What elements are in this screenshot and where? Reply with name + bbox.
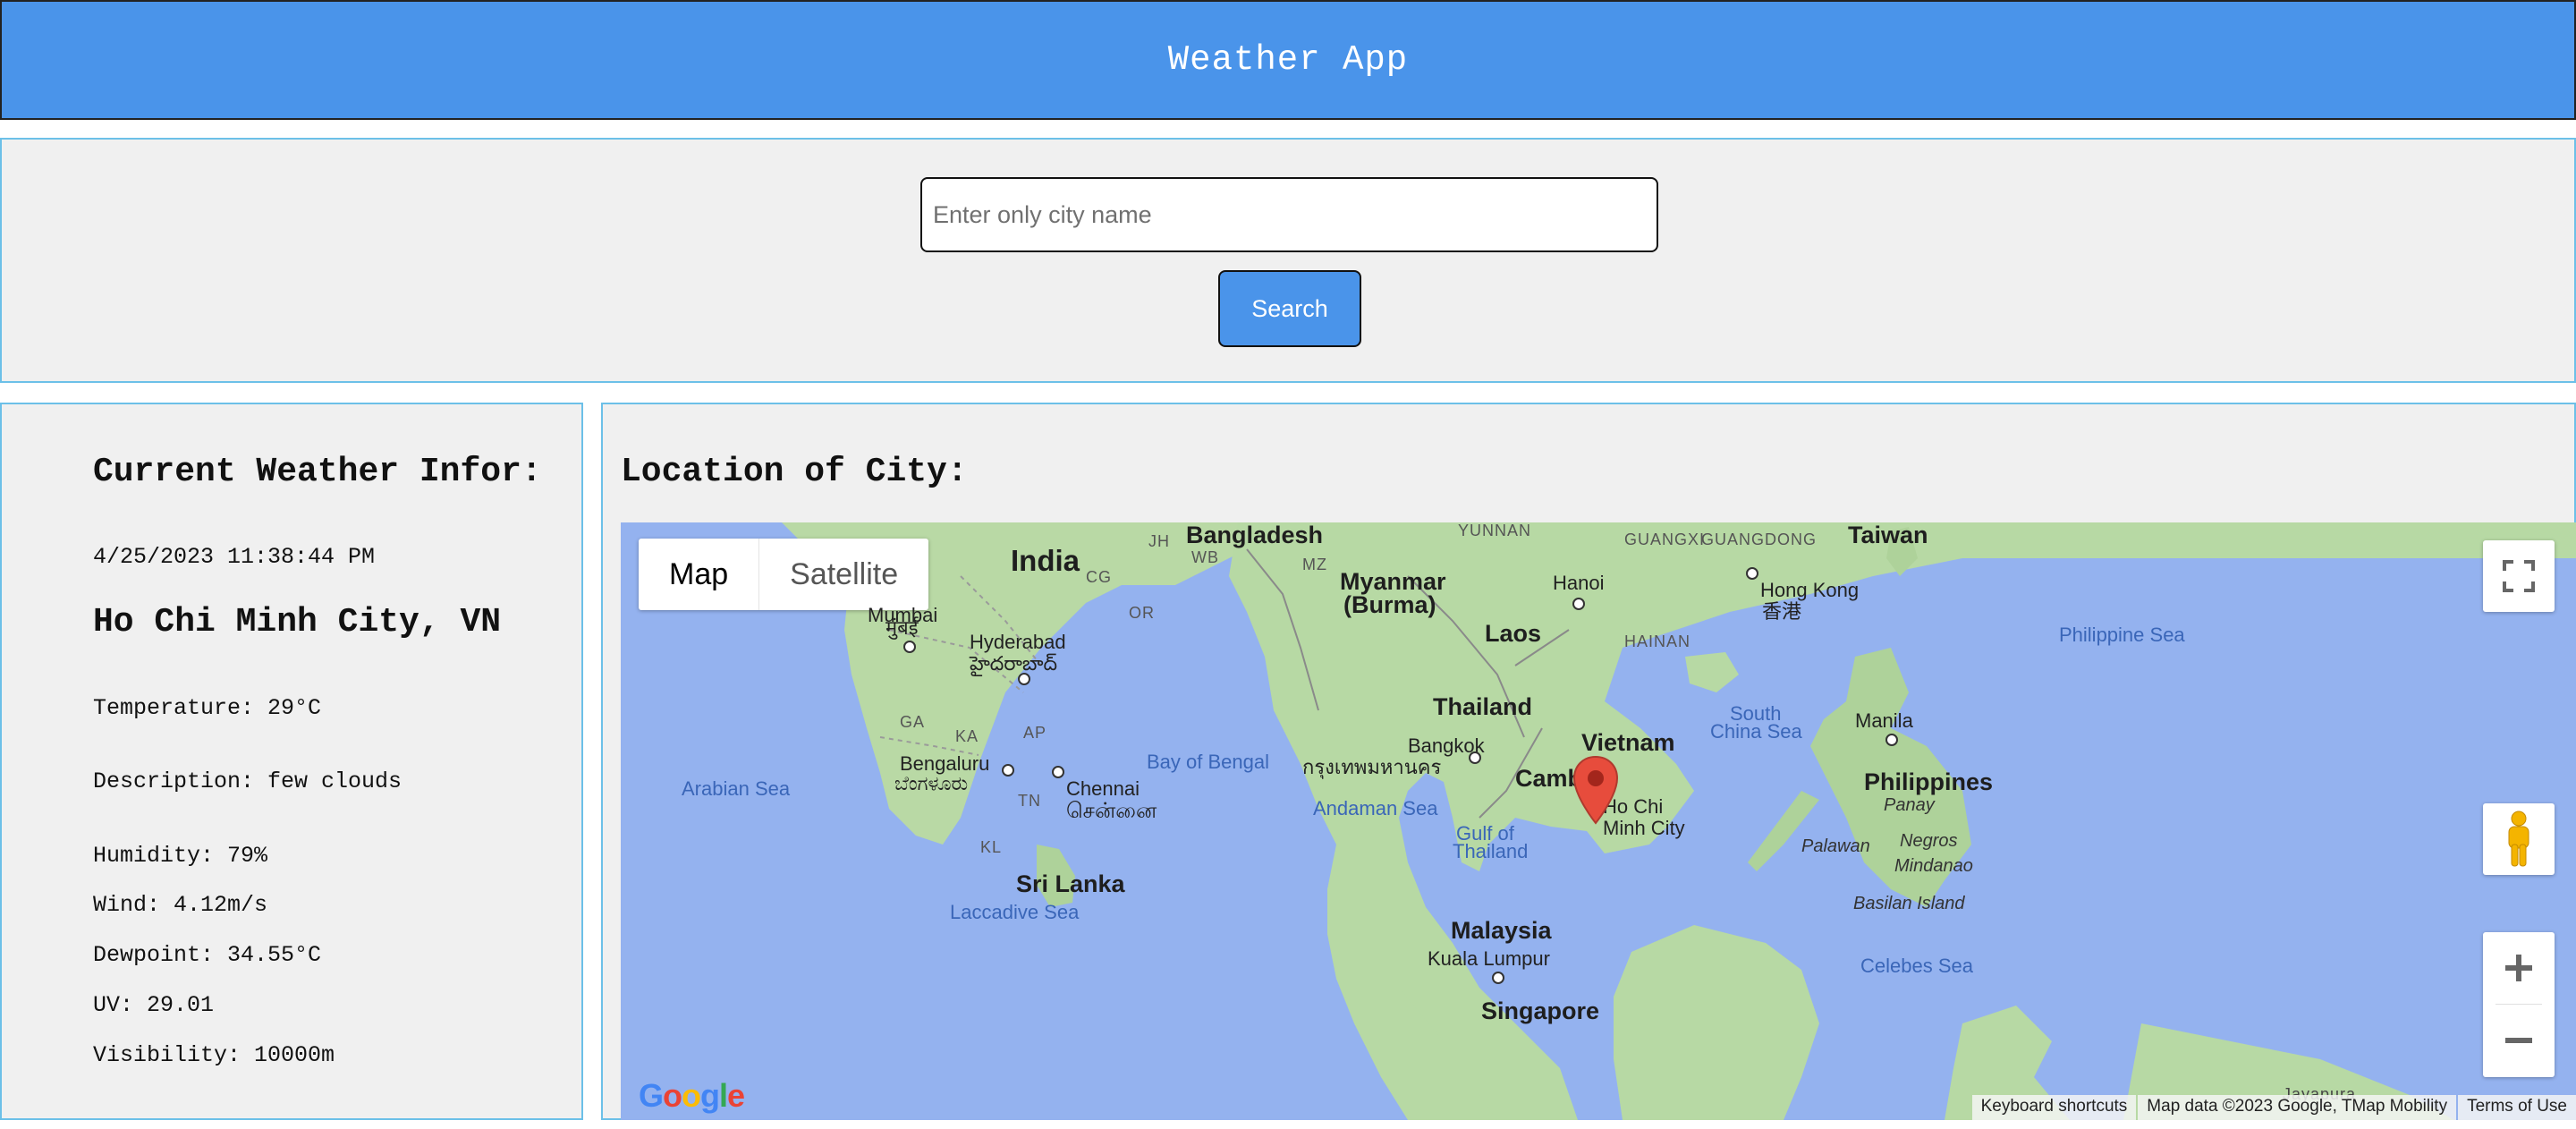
map-label-hainan: HAINAN (1624, 632, 1691, 650)
map-label-basilan: Basilan Island (1853, 894, 1965, 913)
map-label-philippines: Philippines (1864, 768, 1994, 795)
current-weather-panel: Current Weather Infor: 4/25/2023 11:38:4… (0, 403, 583, 1120)
map-label-mindanao: Mindanao (1894, 856, 1973, 876)
map-label-panay: Panay (1884, 795, 1935, 815)
app-title: Weather App (1167, 40, 1409, 80)
map-label-andaman-sea: Andaman Sea (1313, 797, 1438, 819)
map-dot-bengaluru (1002, 764, 1014, 777)
map-label-burma: (Burma) (1343, 591, 1436, 618)
weather-heading: Current Weather Infor: (93, 453, 542, 491)
weather-description: Description: few clouds (93, 768, 402, 794)
map-label-bengaluru-local: ಬೆಂಗಳೂರು (894, 772, 969, 794)
location-marker-icon[interactable] (1572, 755, 1619, 827)
map-dot-manila (1885, 734, 1898, 746)
map-label-laos: Laos (1485, 620, 1542, 647)
map-dot-chennai (1052, 766, 1064, 778)
map-label-bangkok-local: กรุงเทพมหานคร (1302, 756, 1442, 778)
map-attribution-bar: Keyboard shortcuts Map data ©2023 Google… (1970, 1095, 2576, 1120)
weather-humidity: Humidity: 79% (93, 843, 268, 869)
weather-wind: Wind: 4.12m/s (93, 892, 268, 918)
map-label-ga: GA (900, 713, 926, 731)
map-label-tn: TN (1018, 792, 1041, 810)
map-type-satellite-button[interactable]: Satellite (759, 539, 928, 610)
map-dot-hanoi (1572, 598, 1585, 610)
map-dot-kuala-lumpur (1492, 972, 1504, 984)
map-label-celebes-sea: Celebes Sea (1860, 955, 1973, 977)
map-label-manila: Manila (1855, 709, 1913, 732)
weather-visibility: Visibility: 10000m (93, 1042, 335, 1068)
city-location-panel: Location of City: Map Satellite Banglade… (601, 403, 2576, 1120)
city-search-input[interactable] (920, 177, 1658, 252)
zoom-out-button[interactable] (2483, 1005, 2555, 1076)
weather-dewpoint: Dewpoint: 34.55°C (93, 942, 322, 968)
map-label-jh: JH (1148, 532, 1170, 550)
map-label-gulf-2: Thailand (1453, 840, 1529, 862)
map-label-laccadive-sea: Laccadive Sea (950, 901, 1080, 923)
map-label-taiwan: Taiwan (1848, 522, 1928, 548)
location-heading: Location of City: (621, 453, 968, 491)
map-label-south-china-sea-2: China Sea (1710, 720, 1802, 743)
map-label-hanoi: Hanoi (1553, 572, 1605, 594)
weather-datetime: 4/25/2023 11:38:44 PM (93, 544, 376, 570)
map-label-negros: Negros (1900, 831, 1958, 851)
map-dot-hong-kong (1746, 567, 1758, 580)
weather-uv: UV: 29.01 (93, 992, 215, 1018)
map-label-mz: MZ (1302, 556, 1327, 573)
map-label-or: OR (1129, 604, 1155, 622)
map-label-kl: KL (980, 838, 1003, 856)
fullscreen-button[interactable] (2483, 540, 2555, 612)
map-label-bay-of-bengal: Bay of Bengal (1147, 751, 1269, 773)
map-dot-hyderabad (1018, 673, 1030, 685)
pegman-icon (2508, 811, 2529, 867)
map-label-arabian-sea: Arabian Sea (682, 777, 791, 800)
map-label-thailand: Thailand (1433, 693, 1533, 720)
map-data-attribution: Map data ©2023 Google, TMap Mobility (2138, 1095, 2457, 1120)
map-label-singapore: Singapore (1481, 997, 1600, 1024)
map-label-palawan: Palawan (1801, 836, 1870, 856)
map-label-cg: CG (1086, 568, 1112, 586)
search-button[interactable]: Search (1218, 270, 1361, 347)
street-view-pegman-button[interactable] (2483, 803, 2555, 875)
map-label-sri-lanka: Sri Lanka (1016, 870, 1125, 897)
map-label-ap: AP (1023, 724, 1047, 742)
map-dot-bangkok (1469, 751, 1481, 764)
app-header: Weather App (0, 0, 2576, 120)
fullscreen-icon (2503, 560, 2535, 592)
zoom-control (2483, 932, 2555, 1077)
minus-icon (2505, 1038, 2532, 1043)
map-label-yunnan: YUNNAN (1458, 522, 1532, 539)
map-label-bengaluru: Bengaluru (900, 752, 990, 775)
map-label-ka: KA (955, 727, 979, 745)
keyboard-shortcuts-link[interactable]: Keyboard shortcuts (1971, 1095, 2137, 1120)
map-label-philippine-sea: Philippine Sea (2059, 624, 2185, 646)
map-label-guangdong: GUANGDONG (1701, 531, 1818, 548)
weather-city-name: Ho Chi Minh City, VN (93, 603, 502, 641)
map-label-hong-kong: Hong Kong (1760, 579, 1860, 601)
plus-icon (2505, 955, 2532, 981)
map-label-chennai-local: சென்னை (1066, 799, 1157, 823)
map-dot-mumbai (903, 641, 916, 653)
zoom-in-button[interactable] (2483, 932, 2555, 1004)
google-logo: Google (639, 1077, 745, 1114)
terms-of-use-link[interactable]: Terms of Use (2458, 1095, 2576, 1120)
map-label-kuala-lumpur: Kuala Lumpur (1428, 947, 1550, 970)
map-label-hyderabad: Hyderabad (970, 631, 1066, 653)
map-label-vietnam: Vietnam (1581, 729, 1675, 756)
search-panel: Search (0, 138, 2576, 383)
map-label-guangxi: GUANGXI (1624, 531, 1706, 548)
map-label-hong-kong-local: 香港 (1762, 600, 1802, 623)
map-label-chennai: Chennai (1066, 777, 1140, 800)
map-type-map-button[interactable]: Map (639, 539, 760, 610)
map-label-malaysia: Malaysia (1451, 917, 1552, 944)
google-map[interactable]: Map Satellite Bangladesh India YUNNAN GU… (621, 522, 2576, 1120)
map-label-mumbai-local: मुंबई (886, 616, 919, 639)
map-label-wb: WB (1191, 548, 1219, 566)
weather-temperature: Temperature: 29°C (93, 695, 322, 721)
map-label-india: India (1011, 544, 1080, 577)
map-type-control: Map Satellite (639, 539, 929, 610)
map-label-bangladesh: Bangladesh (1186, 522, 1324, 548)
map-label-hyderabad-local: హైదరాబాద్ (970, 652, 1057, 675)
